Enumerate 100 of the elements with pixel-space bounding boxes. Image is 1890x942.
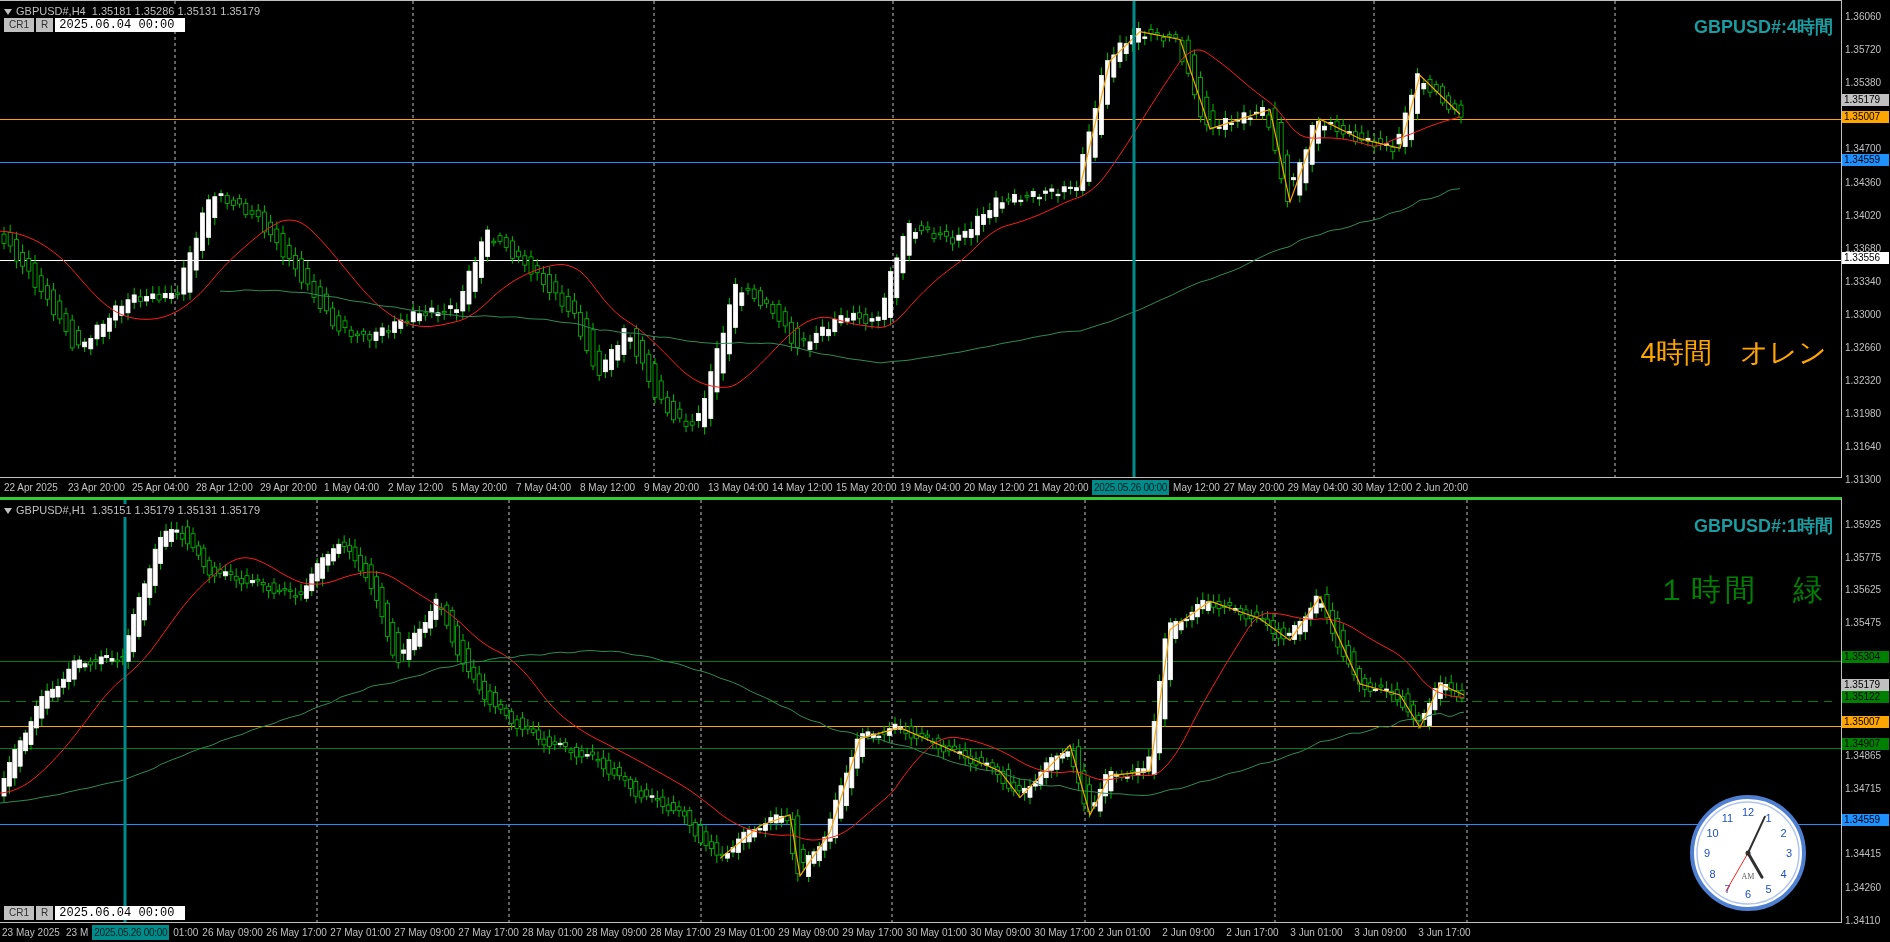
clock-numeral: 10 (1706, 826, 1719, 839)
chart-title: GBPUSD#:1時間 (1693, 515, 1833, 538)
time-label: 27 May 01:00 (330, 926, 392, 940)
time-cursor-label: 2025.05.26 00:00 (1092, 480, 1170, 495)
chart-note: 4時間 オレン (1640, 336, 1827, 370)
chart-header: GBPUSD#,H1 1.35151 1.35179 1.35131 1.35179 (16, 504, 261, 517)
price-badge: 1.35179 (1842, 678, 1889, 691)
time-label: 28 May 17:00 (650, 926, 712, 940)
price-label: 1.34700 (1845, 144, 1882, 155)
clock-numeral: 7 (1724, 882, 1731, 895)
price-label: 1.35380 (1845, 78, 1882, 89)
time-label: 3 Jun 17:00 (1418, 926, 1472, 940)
time-label: 30 May 12:00 (1351, 481, 1414, 495)
clock-numeral: 12 (1741, 806, 1755, 818)
price-label: 1.35625 (1845, 585, 1882, 596)
time-label: 2 Jun 09:00 (1162, 926, 1216, 940)
clock-period: AM (1741, 872, 1755, 881)
time-label: 2 Jun 17:00 (1226, 926, 1280, 940)
time-label: 29 Apr 20:00 (260, 481, 318, 495)
price-label: 1.33340 (1845, 276, 1882, 287)
chart-button[interactable]: CR1 (4, 18, 34, 32)
price-label: 1.34415 (1845, 849, 1882, 860)
price-label: 1.33680 (1845, 243, 1882, 254)
price-label: 1.33000 (1845, 309, 1882, 320)
price-label: 1.32320 (1845, 376, 1882, 387)
price-label: 1.34715 (1845, 783, 1882, 794)
time-label: 23 M (66, 926, 90, 940)
clock-numeral: 11 (1721, 811, 1734, 824)
time-label: 15 May 20:00 (836, 481, 898, 495)
time-label: 21 May 20:00 (1028, 481, 1090, 495)
price-badge: 1.35304 (1842, 651, 1889, 664)
time-label: 2 May 12:00 (388, 481, 445, 495)
chart-title: GBPUSD#:4時間 (1693, 16, 1833, 39)
clock-numeral: 3 (1785, 847, 1793, 859)
time-label: 29 May 01:00 (714, 926, 776, 940)
clock-numeral: 8 (1709, 867, 1716, 880)
time-label: 28 May 01:00 (522, 926, 584, 940)
time-label: 5 May 20:00 (452, 481, 509, 495)
time-label: 20 May 12:00 (964, 481, 1026, 495)
price-badge: 1.33556 (1842, 251, 1889, 264)
time-label: 2 Jun 01:00 (1098, 926, 1152, 940)
time-label: 19 May 04:00 (900, 481, 962, 495)
time-label: 27 May 09:00 (394, 926, 456, 940)
price-badge: 1.34907 (1842, 737, 1889, 750)
price-badge: 1.34559 (1842, 154, 1889, 167)
time-label: 3 Jun 01:00 (1290, 926, 1344, 940)
time-label: May 12:00 (1173, 481, 1221, 495)
price-badge: 1.35007 (1842, 110, 1889, 123)
price-label: 1.34020 (1845, 210, 1882, 221)
clock-numeral: 5 (1765, 882, 1772, 895)
date-field[interactable]: 2025.06.04 00:00 (55, 18, 186, 32)
price-badge: 1.35179 (1842, 93, 1889, 106)
time-label: 01:00 (173, 926, 200, 940)
clock-numeral: 6 (1744, 888, 1752, 900)
clock-numeral: 9 (1703, 847, 1711, 859)
price-label: 1.35925 (1845, 520, 1882, 530)
chart-header: GBPUSD#,H4 1.35181 1.35286 1.35131 1.35179 (16, 5, 261, 18)
time-label: 26 May 09:00 (202, 926, 264, 940)
time-cursor-label: 2025.05.26 00:00 (92, 925, 170, 940)
time-label: 29 May 04:00 (1287, 481, 1350, 495)
time-label: 27 May 20:00 (1223, 481, 1286, 495)
chart-button[interactable]: CR1 (4, 906, 34, 920)
time-label: 29 May 17:00 (842, 926, 904, 940)
price-badge: 1.35122 (1842, 691, 1889, 704)
chart-button[interactable]: R (36, 906, 54, 920)
time-label: 8 May 12:00 (580, 481, 637, 495)
price-label: 1.34110 (1845, 915, 1881, 926)
date-field[interactable]: 2025.06.04 00:00 (55, 906, 186, 920)
price-label: 1.35775 (1845, 552, 1882, 563)
clock-numeral: 1 (1765, 811, 1772, 824)
time-label: 29 May 09:00 (778, 926, 840, 940)
time-label: 2 Jun 20:00 (1415, 481, 1470, 495)
time-label: 1 May 04:00 (324, 481, 381, 495)
time-label: 3 Jun 09:00 (1354, 926, 1408, 940)
price-badge: 1.35007 (1842, 716, 1889, 729)
time-label: 22 Apr 2025 (4, 481, 59, 495)
chart-button[interactable]: R (36, 18, 54, 32)
price-label: 1.31640 (1845, 442, 1882, 453)
price-label: 1.31980 (1845, 409, 1882, 420)
time-label: 30 May 17:00 (1034, 926, 1096, 940)
time-label: 26 May 17:00 (266, 926, 328, 940)
time-label: 7 May 04:00 (516, 481, 573, 495)
clock-numeral: 2 (1780, 826, 1787, 839)
time-label: 27 May 17:00 (458, 926, 520, 940)
price-label: 1.35720 (1845, 45, 1882, 56)
price-badge: 1.34559 (1842, 813, 1889, 826)
time-label: 14 May 12:00 (772, 481, 834, 495)
price-label: 1.32660 (1845, 343, 1882, 353)
price-label: 1.34360 (1845, 177, 1882, 188)
clock-numeral: 4 (1780, 867, 1787, 880)
time-label: 23 May 2025 (2, 926, 61, 940)
time-label: 30 May 09:00 (970, 926, 1032, 940)
price-label: 1.36060 (1845, 12, 1882, 22)
time-label: 9 May 20:00 (644, 481, 701, 495)
time-label: 30 May 01:00 (906, 926, 968, 940)
price-label: 1.31300 (1845, 475, 1882, 486)
time-label: 25 Apr 04:00 (132, 481, 190, 495)
time-label: 13 May 04:00 (708, 481, 770, 495)
price-label: 1.35475 (1845, 618, 1882, 629)
time-label: 23 Apr 20:00 (68, 481, 126, 495)
